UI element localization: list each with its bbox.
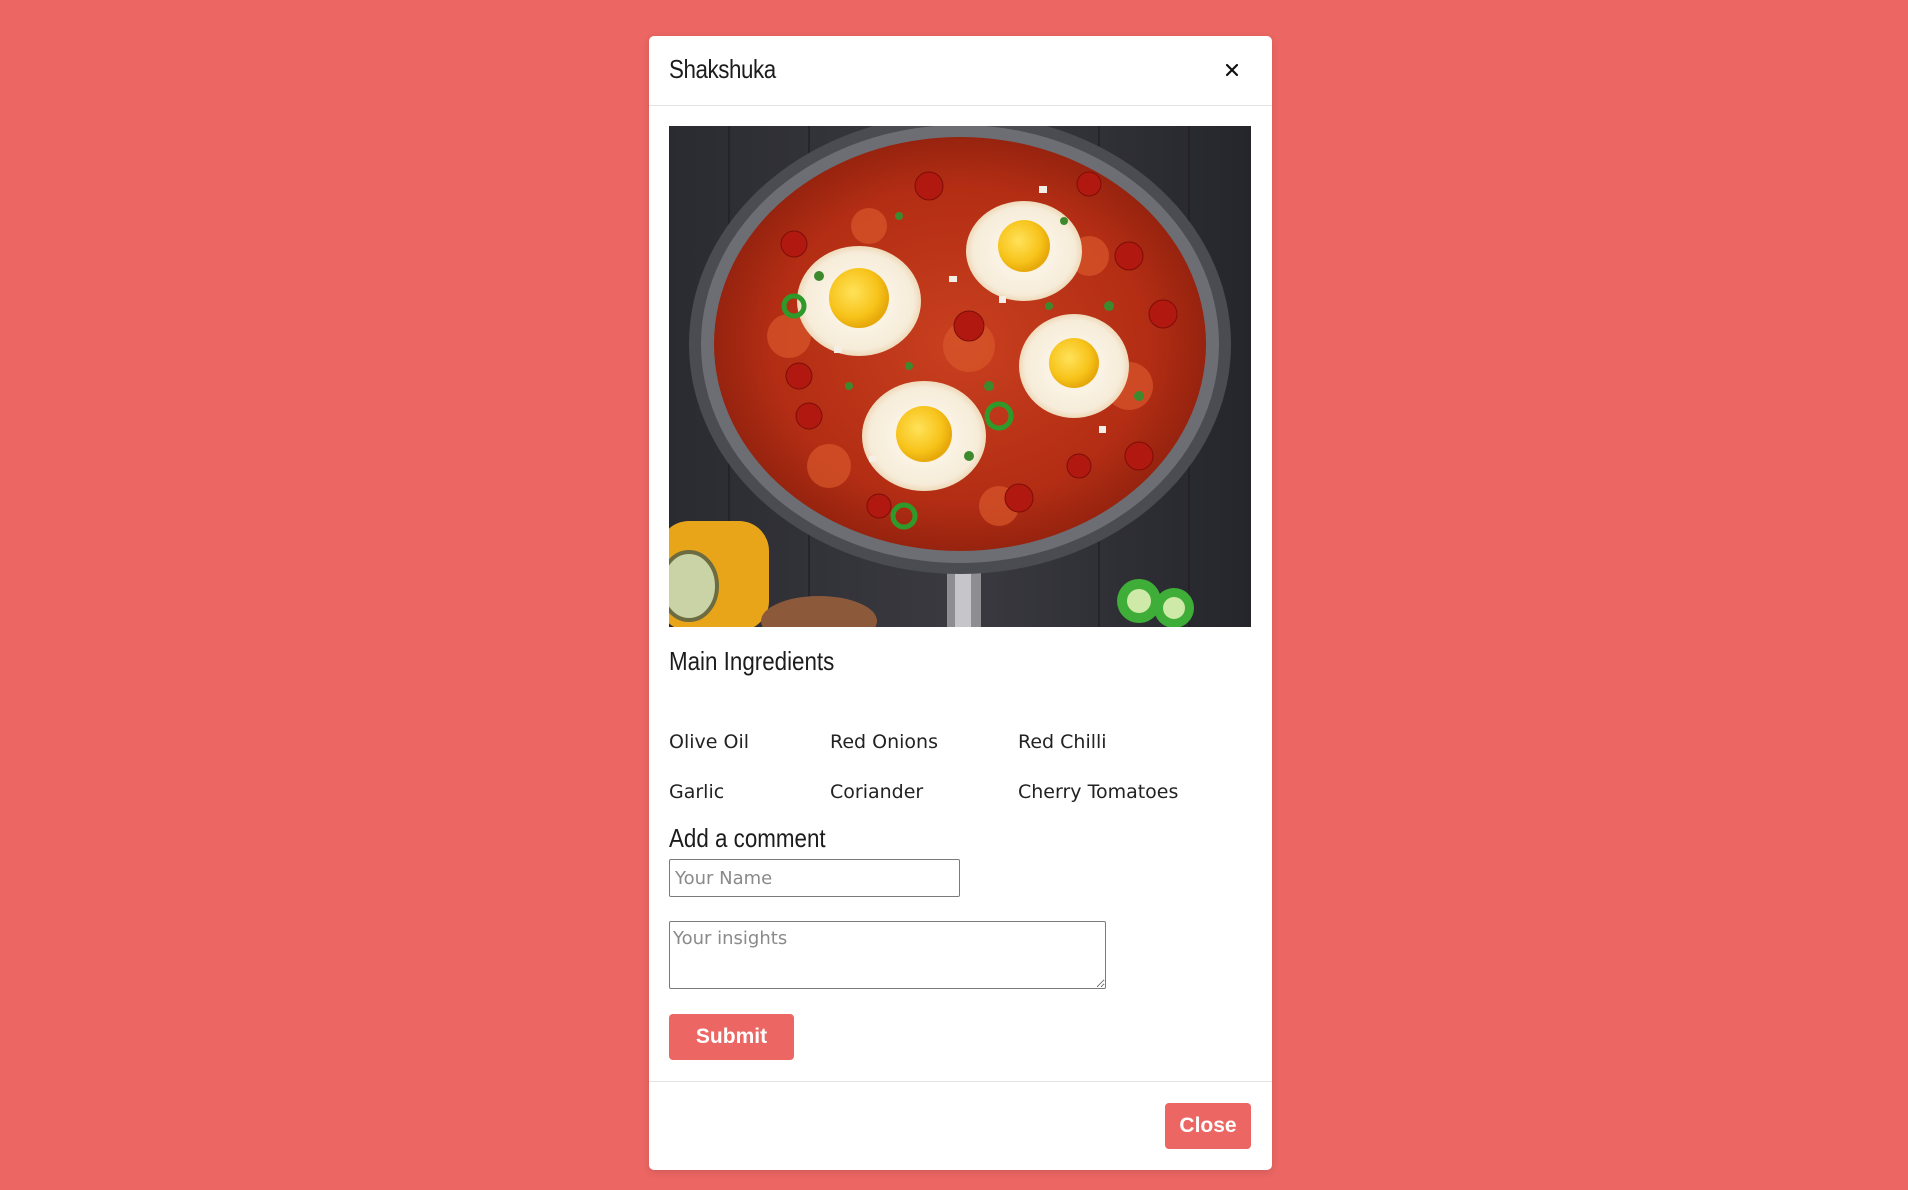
ingredient-item: Red Chilli [1018,731,1107,753]
ingredient-item: Red Onions [830,731,938,753]
footer-divider [649,1081,1272,1082]
recipe-image [669,126,1251,627]
shakshuka-illustration [669,126,1251,627]
name-input[interactable] [669,859,960,897]
modal-title: Shakshuka [669,54,776,84]
ingredient-item: Olive Oil [669,731,749,753]
insights-textarea[interactable] [669,921,1106,989]
recipe-modal: Shakshuka Main Ingredients Olive Oil Red… [649,36,1272,1170]
ingredient-item: Garlic [669,781,725,803]
ingredient-item: Coriander [830,781,924,803]
modal-header: Shakshuka [649,36,1272,106]
ingredients-heading: Main Ingredients [669,646,835,676]
close-x-button[interactable] [1218,56,1246,84]
close-x-icon [1225,63,1239,77]
close-button[interactable]: Close [1165,1103,1251,1149]
submit-button[interactable]: Submit [669,1014,794,1060]
comment-heading: Add a comment [669,823,826,853]
ingredient-item: Cherry Tomatoes [1018,781,1179,803]
